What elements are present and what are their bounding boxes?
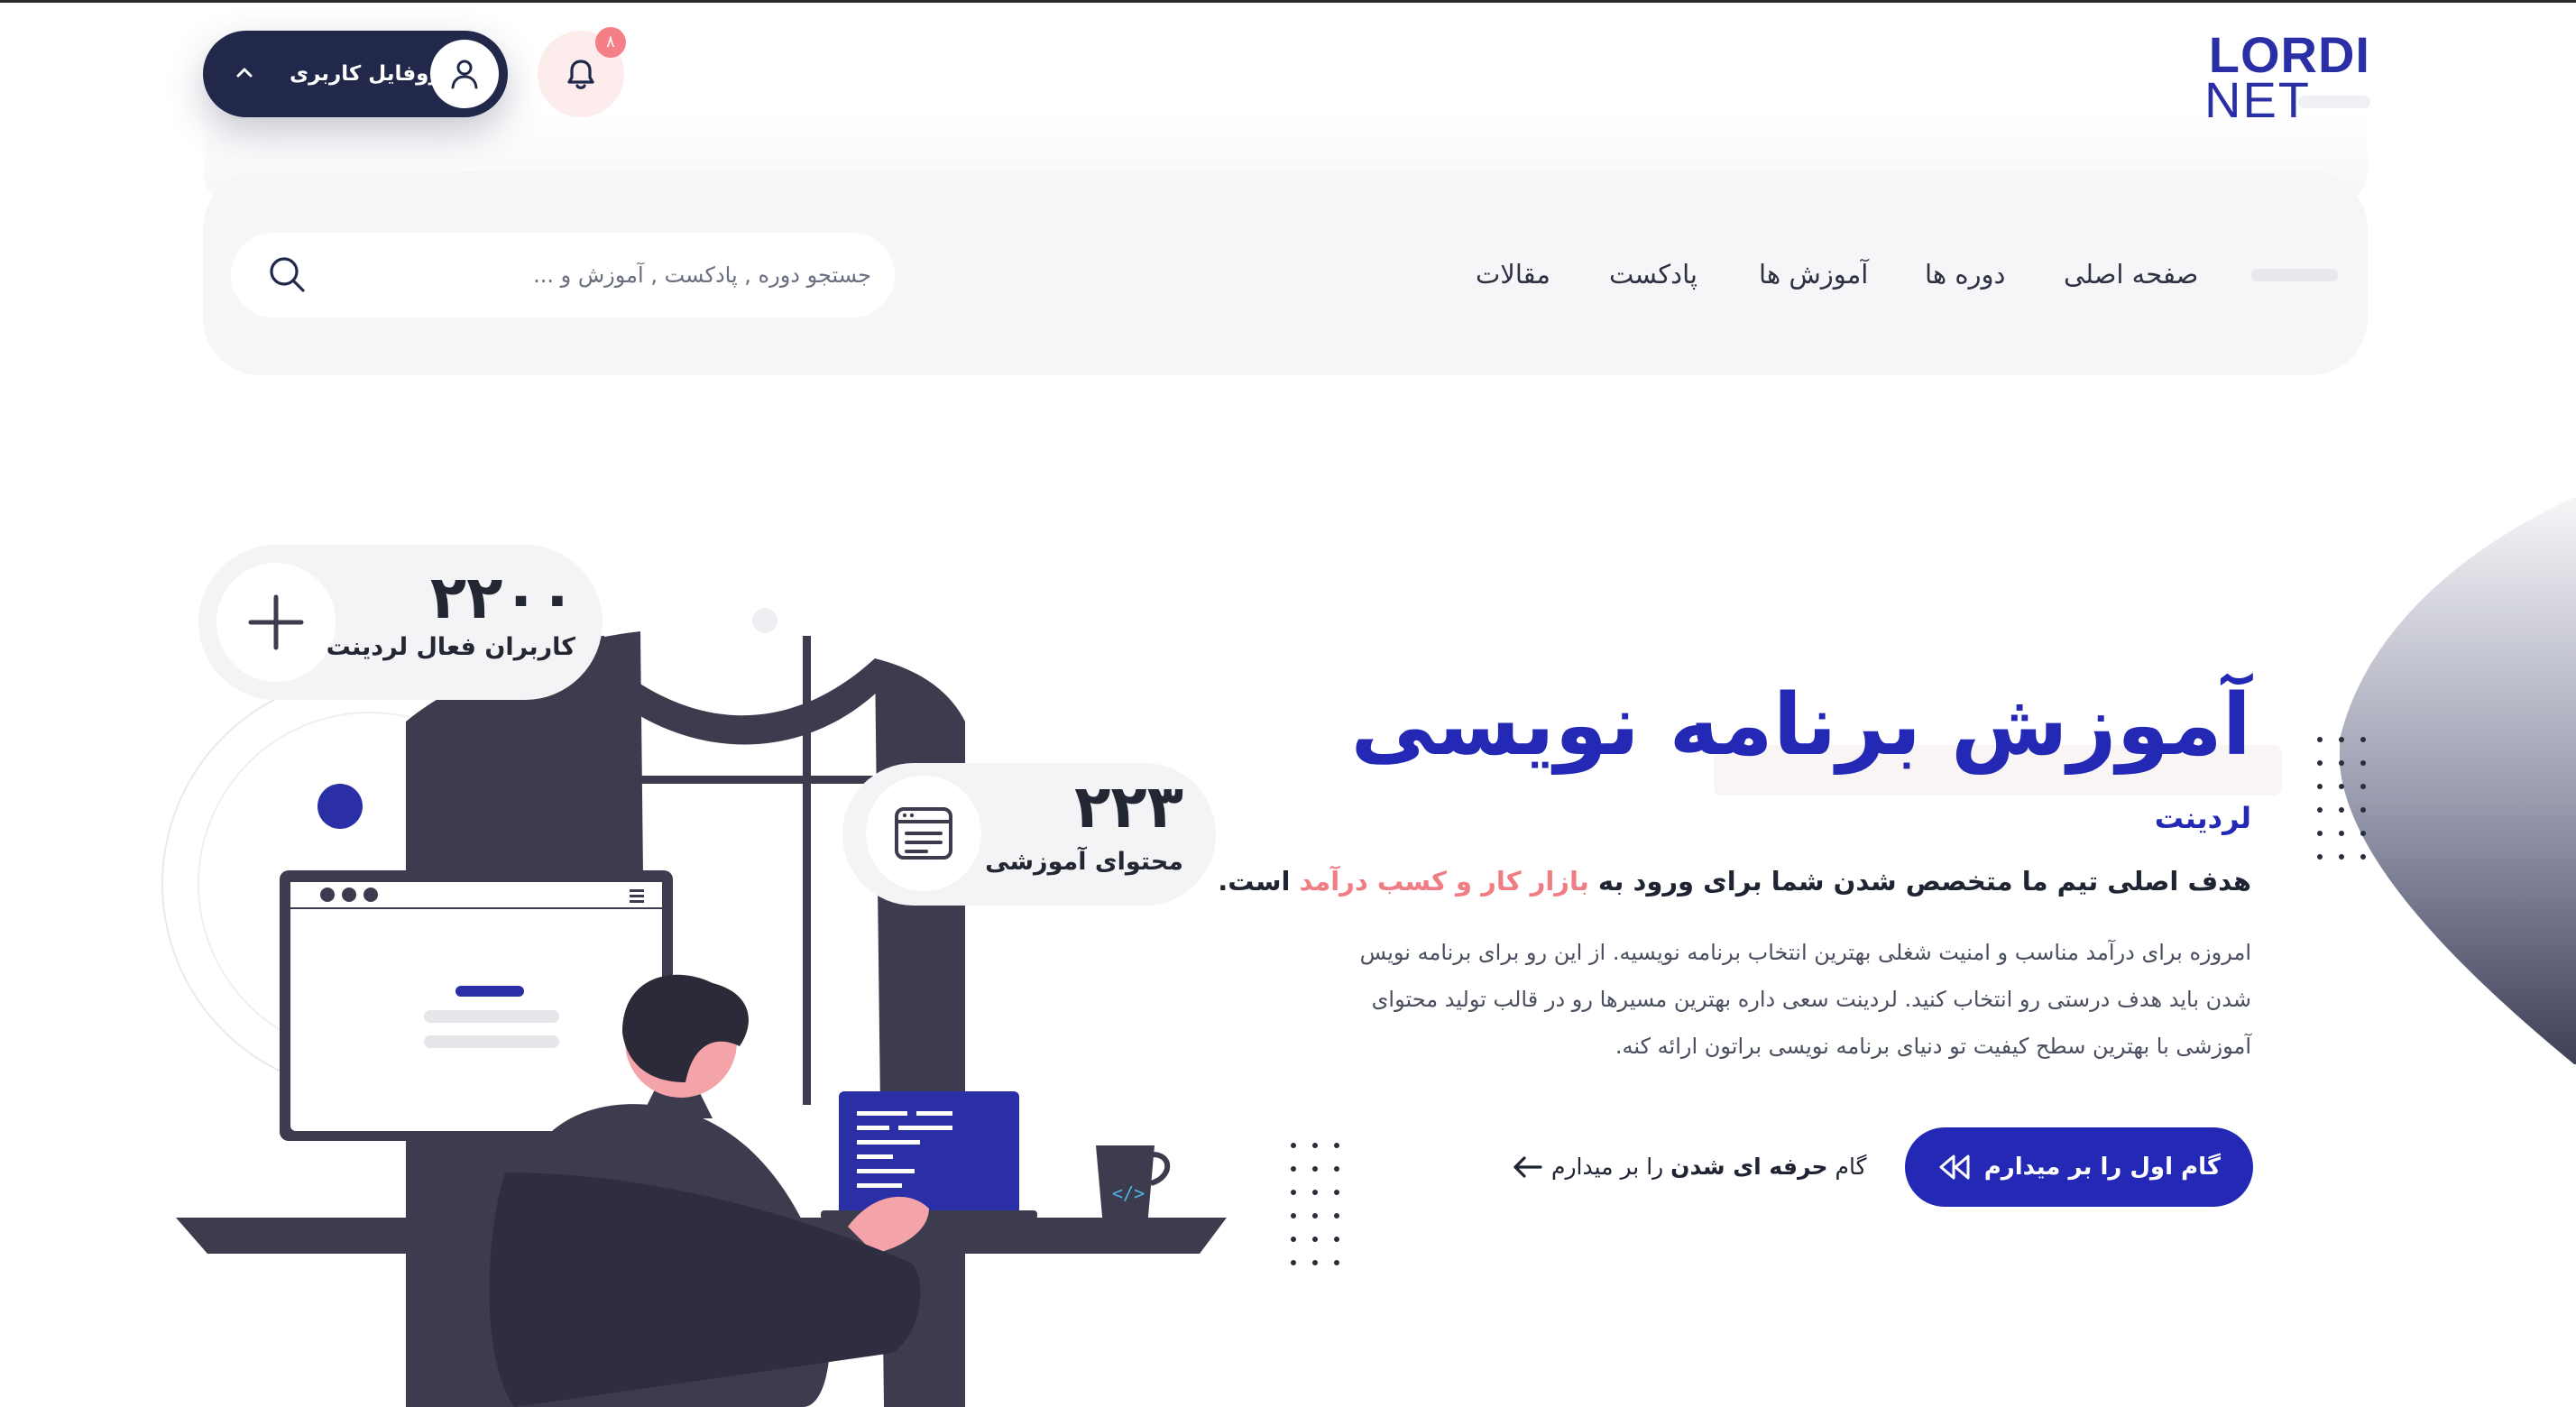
professional-step-link[interactable]: گام حرفه ای شدن را بر میدارم [1551, 1142, 1866, 1192]
content-label: محتوای آموزشی [985, 848, 1183, 876]
window-top-border [0, 0, 2576, 3]
site-logo[interactable]: LORDI NET [2199, 25, 2370, 128]
svg-text:</>: </> [1112, 1182, 1145, 1204]
search-icon[interactable] [267, 254, 308, 296]
plus-icon [248, 594, 304, 650]
content-count: ۲۲۳ [1074, 772, 1185, 841]
lead-text: هدف اصلی تیم ما متخصص شدن شما برای ورود … [1588, 866, 2251, 897]
chevron-up-icon [236, 68, 253, 78]
user-profile-button[interactable]: پروفایل کاربری [203, 31, 508, 117]
users-label: کاربران فعال لردینت [326, 633, 575, 661]
search-input[interactable] [330, 253, 871, 298]
double-chevron-left-icon [1939, 1154, 1970, 1180]
hero-title: آموزش برنامه نویسی [1350, 676, 2252, 775]
lead-highlight: بازار کار و کسب درآمد [1299, 866, 1589, 897]
hero-lead: هدف اصلی تیم ما متخصص شدن شما برای ورود … [1218, 866, 2251, 897]
arrow-left-icon [1513, 1156, 1542, 1178]
stat-active-users: ۲۲۰۰ کاربران فعال لردینت [198, 545, 603, 700]
users-count: ۲۲۰۰ [429, 563, 577, 632]
bell-icon [567, 60, 594, 89]
hero-subtitle: لردینت [2154, 801, 2251, 835]
profile-label: پروفایل کاربری [290, 62, 450, 86]
document-icon-circle [866, 776, 981, 891]
start-learning-button[interactable]: گام اول را بر میدارم [1905, 1127, 2253, 1207]
cta-label: گام اول را بر میدارم [1983, 1154, 2221, 1181]
decorative-dots-right [2317, 737, 2366, 860]
avatar [430, 40, 499, 108]
step-bold: حرفه ای شدن [1670, 1154, 1828, 1180]
notification-badge: ۸ [595, 27, 626, 58]
user-icon [451, 60, 478, 89]
notifications-button[interactable]: ۸ [538, 27, 626, 117]
search-box [231, 233, 895, 317]
nav-item-tutorials[interactable]: آموزش ها [1759, 249, 1868, 299]
nav-item-courses[interactable]: دوره ها [1925, 249, 2005, 299]
decorative-dots-middle [1291, 1143, 1339, 1265]
stat-educational-content: ۲۲۳ محتوای آموزشی [842, 763, 1216, 906]
step-text: گام [1827, 1154, 1867, 1180]
nav-item-articles[interactable]: مقالات [1476, 249, 1550, 299]
nav-decoration [2251, 269, 2338, 281]
logo-line2: NET [2204, 71, 2311, 128]
nav-item-home[interactable]: صفحه اصلی [2064, 249, 2198, 299]
step-text-end: را بر میدارم [1551, 1154, 1671, 1180]
nav-item-podcast[interactable]: پادکست [1609, 249, 1697, 299]
plus-icon-circle [216, 563, 336, 682]
hero-paragraph: امروزه برای درآمد مناسب و امنیت شغلی بهت… [1359, 940, 2251, 1059]
document-icon [895, 807, 952, 860]
